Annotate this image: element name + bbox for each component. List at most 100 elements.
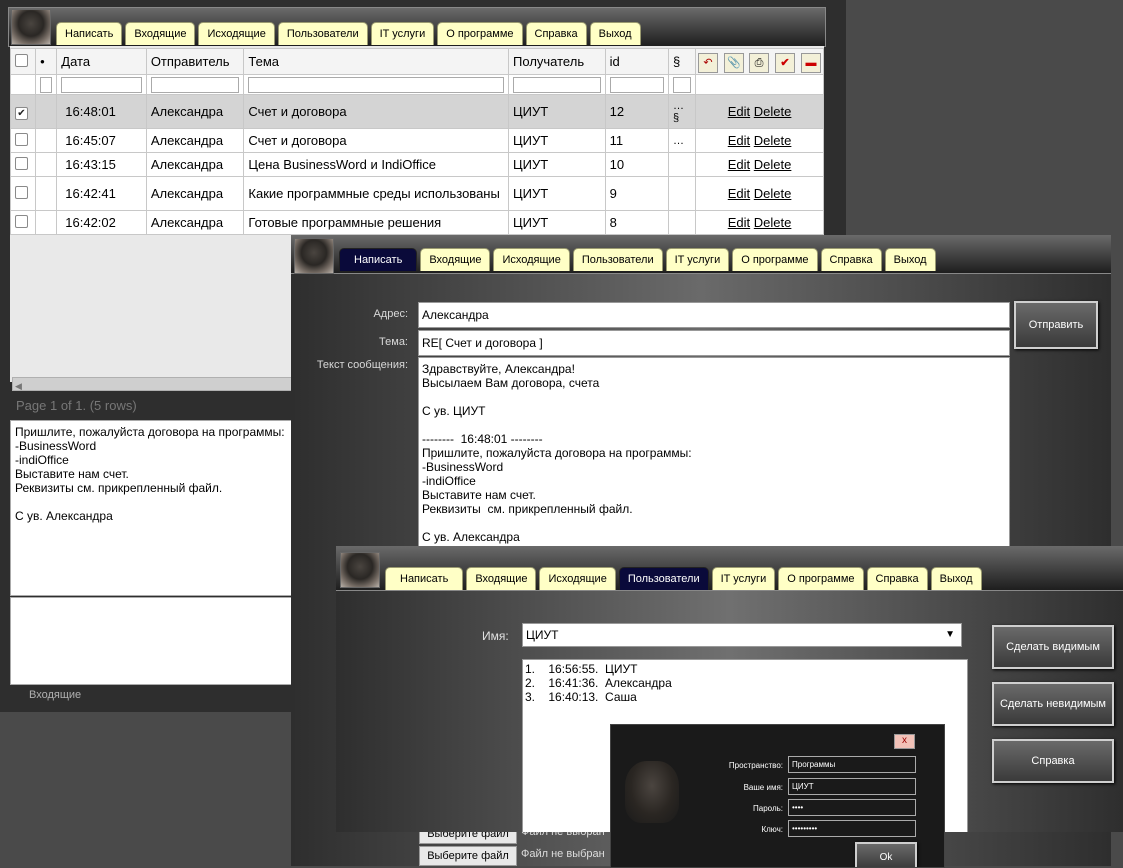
row-recipient: ЦИУТ — [508, 128, 606, 153]
list-item[interactable]: 1. 16:56:55. ЦИУТ — [525, 662, 965, 676]
delete-link[interactable]: Delete — [754, 133, 792, 148]
filter-dot[interactable] — [40, 76, 53, 93]
filter-id[interactable] — [609, 76, 664, 93]
reply-icon[interactable]: ↶ — [698, 53, 718, 73]
row-time: 16:43:15 — [56, 152, 147, 177]
checkmark-icon[interactable]: ✔ — [775, 53, 795, 73]
filter-sender[interactable] — [150, 76, 240, 93]
date-header[interactable]: Дата — [56, 48, 147, 75]
tab-help[interactable]: Справка — [820, 248, 882, 271]
subject-label: Тема: — [379, 336, 408, 348]
password-field[interactable]: •••• — [788, 799, 916, 816]
delete-link[interactable]: Delete — [754, 186, 792, 201]
sender-header[interactable]: Отправитель — [145, 48, 245, 75]
tab-exit[interactable]: Выход — [884, 248, 936, 271]
id-header[interactable]: id — [604, 48, 670, 75]
tab-help[interactable]: Справка — [525, 22, 587, 45]
row-checkbox[interactable] — [15, 185, 28, 199]
make-visible-button[interactable]: Сделать видимым — [992, 625, 1114, 669]
row-id: 11 — [604, 128, 670, 153]
tab-inbox[interactable]: Входящие — [125, 22, 196, 45]
make-invisible-button[interactable]: Сделать невидимым — [992, 682, 1114, 726]
tab-exit[interactable]: Выход — [930, 567, 982, 590]
edit-link[interactable]: Edit — [728, 186, 750, 201]
filter-row — [9, 74, 824, 95]
name-select[interactable]: ЦИУТ ▼ — [522, 623, 962, 647]
filter-recipient[interactable] — [513, 76, 601, 93]
subject-field[interactable]: RE[ Счет и договора ] — [418, 330, 1010, 356]
attachment-icon[interactable]: 📎 — [724, 53, 744, 73]
filter-subject[interactable] — [248, 76, 505, 93]
name-label: Имя: — [482, 629, 509, 643]
filter-date[interactable] — [61, 76, 142, 93]
tab-users[interactable]: Пользователи — [618, 567, 709, 590]
edit-link[interactable]: Edit — [728, 157, 750, 172]
tab-exit[interactable]: Выход — [589, 22, 641, 45]
delete-link[interactable]: Delete — [754, 215, 792, 230]
table-row[interactable]: ✔ 16:48:01 Александра Счет и договора ЦИ… — [9, 94, 824, 129]
tab-inbox[interactable]: Входящие — [466, 567, 537, 590]
table-row[interactable]: 16:42:02 Александра Готовые программные … — [9, 210, 824, 235]
row-subject: Цена BusinessWord и IndiOffice — [243, 152, 510, 177]
row-subject: Готовые программные решения — [243, 210, 510, 235]
table-row[interactable]: 16:42:41 Александра Какие программные ср… — [9, 176, 824, 211]
row-checkbox[interactable]: ✔ — [15, 106, 28, 120]
tab-about[interactable]: О программе — [778, 567, 864, 590]
row-id: 12 — [604, 94, 670, 129]
row-id: 9 — [604, 176, 670, 211]
filter-paragraph[interactable] — [673, 76, 692, 93]
tab-it-services[interactable]: IT услуги — [665, 248, 730, 271]
tab-compose[interactable]: Написать — [385, 567, 464, 590]
row-recipient: ЦИУТ — [508, 210, 606, 235]
list-item[interactable]: 3. 16:40:13. Саша — [525, 690, 965, 704]
reply-area[interactable] — [10, 597, 294, 685]
close-button[interactable]: x — [894, 734, 915, 749]
tab-about[interactable]: О программе — [732, 248, 818, 271]
tab-users[interactable]: Пользователи — [572, 248, 663, 271]
list-item[interactable]: 2. 16:41:36. Александра — [525, 676, 965, 690]
print-icon[interactable]: ⎙ — [749, 53, 769, 73]
edit-link[interactable]: Edit — [728, 215, 750, 230]
ok-button[interactable]: Ok — [855, 842, 917, 867]
delete-icon[interactable]: ▬ — [801, 53, 821, 73]
row-mark: … § — [667, 94, 697, 129]
delete-link[interactable]: Delete — [754, 104, 792, 119]
row-mark — [667, 176, 697, 211]
space-field[interactable]: Программы — [788, 756, 916, 773]
scroll-left-icon[interactable]: ◀ — [13, 381, 22, 391]
tab-users[interactable]: Пользователи — [277, 22, 368, 45]
tab-compose[interactable]: Написать — [339, 248, 418, 271]
key-label: Ключ: — [761, 825, 783, 834]
row-checkbox[interactable] — [15, 214, 28, 228]
key-field[interactable]: ••••••••• — [788, 820, 916, 837]
edit-link[interactable]: Edit — [728, 133, 750, 148]
help-button[interactable]: Справка — [992, 739, 1114, 783]
paragraph-header: § — [667, 48, 697, 75]
tab-inbox[interactable]: Входящие — [420, 248, 491, 271]
send-button[interactable]: Отправить — [1014, 301, 1098, 349]
address-field[interactable]: Александра — [418, 302, 1010, 328]
tab-compose[interactable]: Написать — [56, 22, 123, 45]
row-mark — [667, 210, 697, 235]
subject-header[interactable]: Тема — [243, 48, 510, 75]
row-checkbox[interactable] — [15, 132, 28, 146]
select-all-checkbox[interactable] — [15, 53, 28, 67]
your-name-field[interactable]: ЦИУТ — [788, 778, 916, 795]
horizontal-scrollbar[interactable]: ◀ — [12, 377, 294, 391]
edit-link[interactable]: Edit — [728, 104, 750, 119]
tab-it-services[interactable]: IT услуги — [370, 22, 435, 45]
recipient-header[interactable]: Получатель — [508, 48, 606, 75]
tab-help[interactable]: Справка — [866, 567, 928, 590]
tab-outbox[interactable]: Исходящие — [198, 22, 275, 45]
tab-outbox[interactable]: Исходящие — [493, 248, 570, 271]
delete-link[interactable]: Delete — [754, 157, 792, 172]
tab-about[interactable]: О программе — [437, 22, 523, 45]
table-row[interactable]: 16:43:15 Александра Цена BusinessWord и … — [9, 152, 824, 177]
tab-outbox[interactable]: Исходящие — [539, 567, 616, 590]
file-button[interactable]: Выберите файл — [419, 846, 517, 866]
message-body[interactable]: Здравствуйте, Александра! Высылаем Вам д… — [418, 357, 1010, 557]
tab-it-services[interactable]: IT услуги — [711, 567, 776, 590]
dog-portrait — [625, 761, 679, 823]
table-row[interactable]: 16:45:07 Александра Счет и договора ЦИУТ… — [9, 128, 824, 153]
row-checkbox[interactable] — [15, 156, 28, 170]
